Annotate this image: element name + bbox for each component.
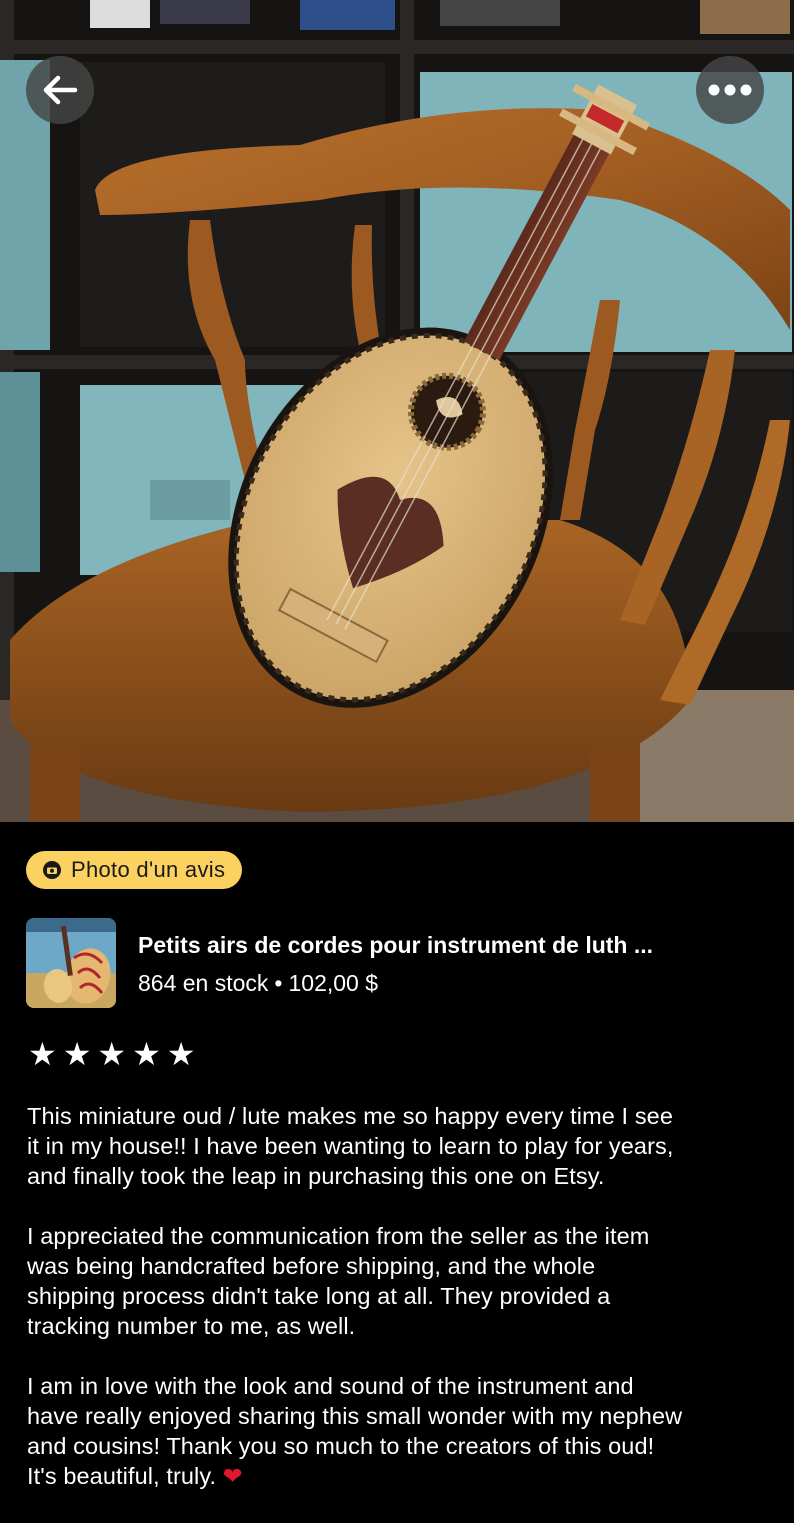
star-icon: ★ xyxy=(28,1036,57,1072)
more-options-button[interactable] xyxy=(696,56,764,124)
product-thumbnail[interactable] xyxy=(26,918,116,1008)
product-title[interactable]: Petits airs de cordes pour instrument de… xyxy=(138,932,653,959)
star-icon: ★ xyxy=(132,1036,161,1072)
review-paragraph-text: I am in love with the look and sound of … xyxy=(27,1373,683,1489)
star-icon: ★ xyxy=(166,1036,196,1072)
meta-separator: • xyxy=(274,970,283,996)
star-icon: ★ xyxy=(62,1036,92,1072)
heart-emoji-icon: ❤ xyxy=(222,1463,243,1489)
review-photo[interactable] xyxy=(0,0,794,822)
back-button[interactable] xyxy=(26,56,94,124)
star-icon: ★ xyxy=(97,1036,127,1072)
badge-label: Photo d'un avis xyxy=(71,857,226,882)
product-meta: 864 en stock • 102,00 $ xyxy=(138,970,378,997)
star-rating: ★ ★ ★ ★ ★ xyxy=(28,1038,195,1070)
review-paragraph: I am in love with the look and sound of … xyxy=(27,1371,777,1491)
oud-on-chair-photo xyxy=(0,0,794,822)
review-camera-icon xyxy=(43,861,61,879)
product-stock: 864 en stock xyxy=(138,970,269,996)
review-text: This miniature oud / lute makes me so ha… xyxy=(27,1101,777,1521)
more-horizontal-icon xyxy=(708,84,752,96)
product-link[interactable]: Petits airs de cordes pour instrument de… xyxy=(26,918,766,1008)
product-price: 102,00 $ xyxy=(288,970,379,996)
review-photo-badge: Photo d'un avis xyxy=(26,851,243,889)
review-paragraph: I appreciated the communication from the… xyxy=(27,1223,650,1339)
review-paragraph: This miniature oud / lute makes me so ha… xyxy=(27,1103,674,1189)
arrow-left-icon xyxy=(43,75,78,105)
